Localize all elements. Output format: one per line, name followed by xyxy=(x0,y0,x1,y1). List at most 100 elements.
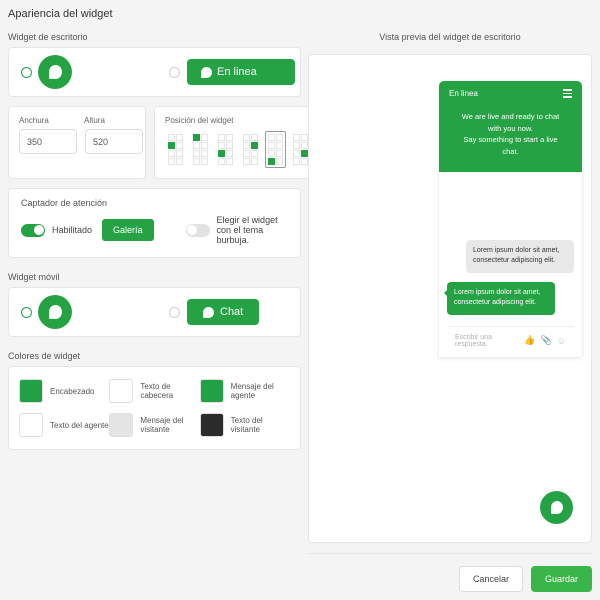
position-cell xyxy=(218,158,225,165)
attention-grabber-controls: Habilitado Galería Elegir el widget con … xyxy=(21,215,288,245)
color-item-4[interactable]: Mensaje del visitante xyxy=(109,413,199,437)
preview-canvas: En linea We are live and ready to chat w… xyxy=(308,54,592,543)
width-label: Anchura xyxy=(19,116,49,125)
position-cell xyxy=(193,142,200,149)
position-cell xyxy=(243,142,250,149)
position-cell xyxy=(293,142,300,149)
widget-position-options[interactable] xyxy=(165,131,311,168)
gallery-button[interactable]: Galería xyxy=(102,219,154,241)
position-cell xyxy=(301,142,308,149)
desktop-style-bar-option[interactable]: En linea xyxy=(169,59,295,85)
color-item-3[interactable]: Texto del agente xyxy=(19,413,109,437)
position-cell xyxy=(176,142,183,149)
position-cell-row xyxy=(268,142,283,149)
position-cell-row xyxy=(168,142,183,149)
position-cell xyxy=(276,142,283,149)
bubble-theme-toggle[interactable] xyxy=(185,223,210,237)
color-swatch[interactable] xyxy=(109,413,134,437)
color-item-2[interactable]: Mensaje del agente xyxy=(199,379,290,403)
position-cell xyxy=(201,150,208,157)
position-option-left-middle[interactable] xyxy=(165,131,186,168)
chat-bubble-icon[interactable] xyxy=(38,295,72,329)
color-swatch-label: Encabezado xyxy=(50,386,95,396)
width-input[interactable] xyxy=(19,129,77,154)
position-cell xyxy=(193,158,200,165)
chat-input-placeholder[interactable]: Escribir una respuesta. xyxy=(455,334,519,348)
online-status-pill[interactable]: En linea xyxy=(187,59,295,85)
position-cell xyxy=(301,158,308,165)
color-swatch-label: Texto de cabecera xyxy=(140,382,174,400)
position-cell-row xyxy=(293,134,308,141)
color-swatch[interactable] xyxy=(19,379,43,403)
emoji-icon[interactable]: ☺ xyxy=(557,336,566,346)
position-cell-row xyxy=(193,142,208,149)
mobile-style-bar-option[interactable]: Chat xyxy=(169,299,260,325)
widget-colors-section: Colores de widget Encabezado Texto de cab… xyxy=(8,351,301,450)
chat-bubble-glyph xyxy=(48,65,62,79)
position-cell xyxy=(268,158,275,165)
chat-pill[interactable]: Chat xyxy=(187,299,260,325)
color-item-1[interactable]: Texto de cabecera xyxy=(109,379,199,403)
position-cell xyxy=(176,134,183,141)
launcher-chat-bubble-icon[interactable] xyxy=(540,491,573,524)
color-swatch[interactable] xyxy=(199,379,224,403)
color-swatch[interactable] xyxy=(199,413,224,437)
position-cell xyxy=(268,134,275,141)
chat-bubble-glyph xyxy=(550,501,563,514)
position-cell-row xyxy=(218,142,233,149)
desktop-style-bar-radio[interactable] xyxy=(169,66,180,78)
position-cell xyxy=(226,142,233,149)
position-cell xyxy=(168,150,175,157)
position-cell xyxy=(168,158,175,165)
position-cell xyxy=(301,150,308,157)
preview-title: Vista previa del widget de escritorio xyxy=(379,32,521,42)
cancel-button[interactable]: Cancelar xyxy=(458,566,523,592)
color-swatch-label: Mensaje del agente xyxy=(230,382,274,400)
paperclip-icon[interactable]: 📎 xyxy=(541,335,552,346)
color-item-5[interactable]: Texto del visitante xyxy=(199,413,290,437)
position-cell xyxy=(251,158,258,165)
greeting-line-2: Say something to start a live chat. xyxy=(463,135,558,156)
position-cell xyxy=(276,150,283,157)
position-cell xyxy=(293,158,300,165)
position-option-left-bottom[interactable] xyxy=(265,131,286,168)
size-and-position-row: Anchura Altura Posición del widget xyxy=(8,106,322,179)
attention-grabber-toggle[interactable] xyxy=(21,223,45,237)
color-swatch[interactable] xyxy=(109,379,134,403)
position-cell xyxy=(268,142,275,149)
position-option-left-top[interactable] xyxy=(190,131,211,168)
mobile-style-bar-radio[interactable] xyxy=(169,306,180,318)
chat-widget-greeting: We are live and ready to chat with you n… xyxy=(449,98,572,172)
position-cell xyxy=(201,134,208,141)
position-option-left-lower[interactable] xyxy=(215,131,236,168)
position-cell xyxy=(268,150,275,157)
position-label-wrap: Posición del widget xyxy=(165,116,311,125)
toggle-knob xyxy=(33,225,44,235)
color-swatch-label: Texto del visitante xyxy=(230,416,263,434)
height-input[interactable] xyxy=(85,129,143,154)
chat-widget-input-row[interactable]: Escribir una respuesta. 👍 📎 ☺ xyxy=(447,325,574,357)
position-option-right-upper[interactable] xyxy=(240,131,261,168)
color-swatch[interactable] xyxy=(19,413,43,437)
desktop-style-bubble-radio[interactable] xyxy=(21,66,32,78)
position-cell xyxy=(193,150,200,157)
position-cell xyxy=(176,150,183,157)
chat-bubble-icon[interactable] xyxy=(38,55,72,89)
position-cell-row xyxy=(243,134,258,141)
position-cell xyxy=(243,158,250,165)
position-cell xyxy=(293,134,300,141)
size-field-labels: Anchura Altura xyxy=(19,116,135,125)
mobile-widget-section: Widget móvil Chat xyxy=(8,272,301,337)
chat-bubble-glyph xyxy=(48,305,62,319)
position-cell-row xyxy=(193,150,208,157)
hamburger-icon[interactable] xyxy=(563,89,572,98)
widget-colors-card: Encabezado Texto de cabecera Mensaje del a… xyxy=(8,366,301,450)
position-cell-row xyxy=(168,158,183,165)
desktop-widget-style-card: En linea xyxy=(8,47,301,97)
position-cell-row xyxy=(293,142,308,149)
thumbs-up-icon[interactable]: 👍 xyxy=(524,335,535,346)
color-item-0[interactable]: Encabezado xyxy=(19,379,109,403)
save-button[interactable]: Guardar xyxy=(530,566,592,592)
position-cell xyxy=(193,134,200,141)
mobile-style-bubble-radio[interactable] xyxy=(21,306,32,318)
